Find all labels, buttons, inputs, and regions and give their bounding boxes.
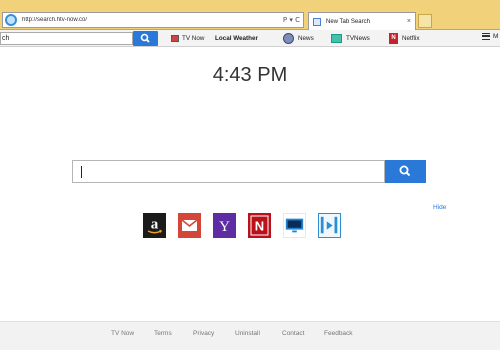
tab-label: New Tab Search bbox=[326, 18, 370, 25]
tile-gmail[interactable] bbox=[178, 213, 201, 238]
toolbar-item-label: TV Now bbox=[182, 35, 205, 42]
tab-close-icon[interactable]: × bbox=[407, 18, 411, 25]
search-icon bbox=[399, 165, 411, 177]
svg-text:Y: Y bbox=[219, 219, 230, 235]
footer-link-tv-now[interactable]: TV Now bbox=[111, 330, 134, 337]
tile-yahoo[interactable]: Y bbox=[213, 213, 236, 238]
gmail-icon bbox=[181, 219, 198, 231]
hide-tiles-link[interactable]: Hide bbox=[433, 204, 446, 211]
address-url[interactable]: http://search.htv-now.co/ bbox=[22, 17, 283, 23]
menu-icon bbox=[482, 33, 490, 40]
toolbar-item-netflix[interactable]: N Netflix bbox=[389, 33, 420, 44]
toolbar-item-label: TVNews bbox=[346, 35, 370, 42]
tv-icon bbox=[285, 218, 304, 233]
toolbar-item-news[interactable]: News bbox=[283, 33, 314, 44]
toolbar-menu-label: M bbox=[493, 33, 499, 40]
search-icon bbox=[140, 33, 150, 43]
amazon-icon: a bbox=[147, 217, 163, 234]
toolbar-item-label: Netflix bbox=[402, 35, 420, 42]
text-caret bbox=[81, 166, 82, 178]
extension-toolbar: ch TV Now Local Weather News TVNews N Ne… bbox=[0, 30, 500, 47]
netflix-icon: N bbox=[389, 33, 398, 44]
toolbar-item-local-weather[interactable]: Local Weather bbox=[215, 33, 258, 44]
toolbar-search-input[interactable]: ch bbox=[0, 32, 133, 45]
new-tab-button[interactable] bbox=[418, 14, 432, 28]
toolbar-item-tvnews[interactable]: TVNews bbox=[331, 33, 370, 44]
video-icon bbox=[320, 216, 338, 234]
news-icon bbox=[283, 33, 294, 44]
footer-link-uninstall[interactable]: Uninstall bbox=[235, 330, 260, 337]
address-controls[interactable]: P ▾ C bbox=[283, 16, 300, 24]
footer-link-feedback[interactable]: Feedback bbox=[324, 330, 353, 337]
main-search-button[interactable] bbox=[385, 160, 426, 183]
tvnews-icon bbox=[331, 34, 342, 43]
toolbar-search-button[interactable] bbox=[133, 31, 158, 46]
footer-link-terms[interactable]: Terms bbox=[154, 330, 172, 337]
footer-link-privacy[interactable]: Privacy bbox=[193, 330, 214, 337]
main-search-input[interactable] bbox=[72, 160, 385, 183]
yahoo-icon: Y bbox=[219, 219, 230, 235]
tab-new-tab-search[interactable]: New Tab Search × bbox=[308, 12, 416, 30]
tv-now-icon bbox=[171, 35, 179, 42]
footer: TV Now Terms Privacy Uninstall Contact F… bbox=[0, 321, 500, 350]
shortcut-tiles: a Y N bbox=[143, 213, 345, 238]
clock-time: 4:43 PM bbox=[212, 64, 288, 86]
tile-tv[interactable] bbox=[283, 213, 306, 238]
toolbar-item-label: News bbox=[298, 35, 314, 42]
tile-netflix[interactable]: N bbox=[248, 213, 271, 238]
toolbar-item-tv-now[interactable]: TV Now bbox=[171, 33, 204, 44]
address-bar[interactable]: http://search.htv-now.co/ P ▾ C bbox=[2, 12, 304, 28]
footer-link-contact[interactable]: Contact bbox=[282, 330, 304, 337]
svg-text:N: N bbox=[255, 219, 264, 234]
browser-titlebar: http://search.htv-now.co/ P ▾ C New Tab … bbox=[0, 0, 500, 30]
toolbar-menu-button[interactable]: M bbox=[482, 33, 498, 40]
toolbar-item-label: Local Weather bbox=[215, 35, 258, 42]
tile-video[interactable] bbox=[318, 213, 341, 238]
tab-page-icon bbox=[313, 17, 321, 26]
svg-text:a: a bbox=[151, 217, 159, 233]
tile-amazon[interactable]: a bbox=[143, 213, 166, 238]
netflix-icon: N bbox=[250, 215, 269, 236]
browser-logo-icon bbox=[5, 14, 17, 26]
